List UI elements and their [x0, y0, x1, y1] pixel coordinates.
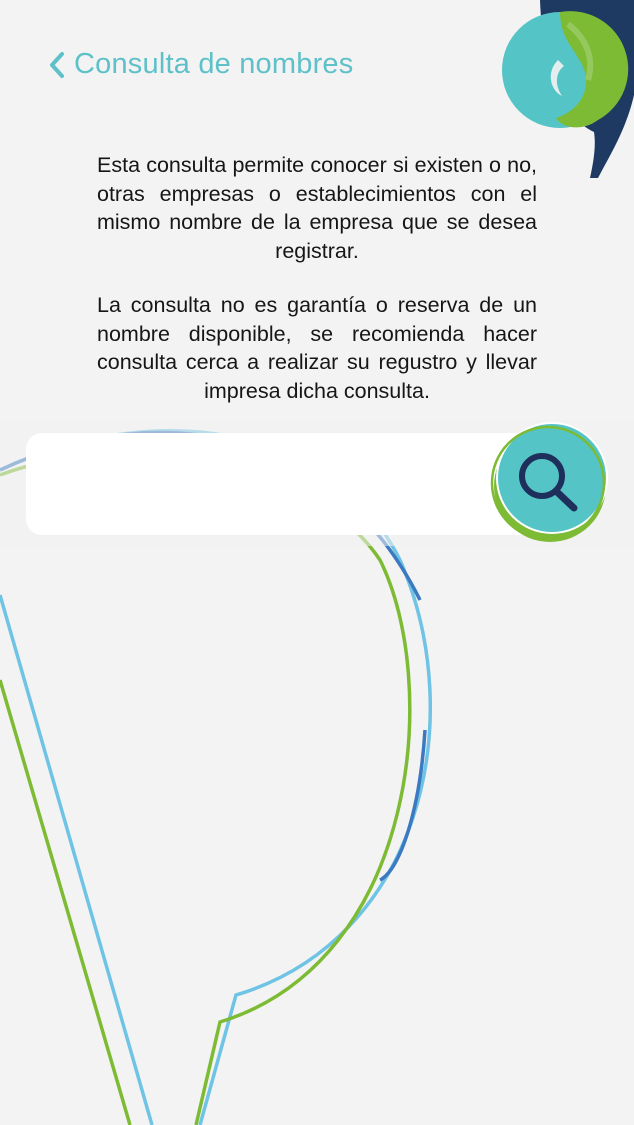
back-button[interactable]: Consulta de nombres — [46, 48, 353, 81]
search-icon — [490, 422, 608, 542]
search-button[interactable] — [490, 420, 612, 550]
page-title: Consulta de nombres — [74, 48, 354, 80]
description-paragraph-2: La consulta no es garantía o reserva de … — [97, 293, 537, 403]
description-paragraph-1: Esta consulta permite conocer si existen… — [97, 153, 537, 263]
chevron-left-icon — [50, 51, 64, 78]
search-input[interactable] — [26, 433, 566, 535]
